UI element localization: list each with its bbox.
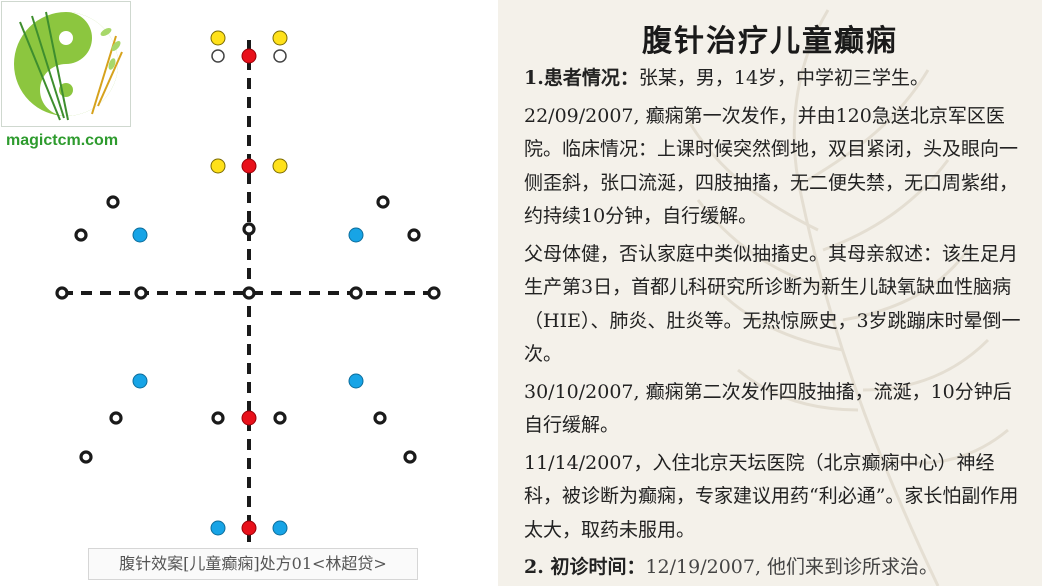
paragraph-text: 张某，男，14岁，中学初三学生。 [638, 67, 930, 89]
acupoint-black-ring [376, 195, 390, 209]
paragraph-family-history: 父母体健，否认家庭中类似抽搐史。其母亲叙述：该生足月生产第3日，首都儿科研究所诊… [524, 238, 1024, 372]
paragraph-text: 11/14/2007，入住北京天坛医院（北京癫痫中心）神经科，被诊断为癫痫，专家… [524, 451, 1019, 541]
acupoint-white [273, 49, 287, 63]
acupoint-black-ring [79, 450, 93, 464]
article-body: 1.患者情况：张某，男，14岁，中学初三学生。 22/09/2007, 癫痫第一… [524, 62, 1024, 586]
article-pane: 腹针治疗儿童癫痫 1.患者情况：张某，男，14岁，中学初三学生。 22/09/2… [498, 0, 1042, 586]
section-label: 2. 初诊时间 [524, 556, 627, 578]
paragraph-text: 22/09/2007, 癫痫第一次发作，并由120急送北京军区医院。临床情况：上… [524, 104, 1019, 228]
acupoint-yellow [210, 30, 226, 46]
acupoint-black-ring [106, 195, 120, 209]
acupoint-black-ring [242, 286, 256, 300]
acupoint-diagram [55, 30, 441, 542]
paragraph-text: 30/10/2007, 癫痫第二次发作四肢抽搐，流涎，10分钟后自行缓解。 [524, 380, 1012, 437]
acupoint-red [241, 158, 257, 174]
acupoint-black-ring [349, 286, 363, 300]
paragraph-second-episode: 30/10/2007, 癫痫第二次发作四肢抽搐，流涎，10分钟后自行缓解。 [524, 376, 1024, 443]
acupoint-black-ring [373, 411, 387, 425]
paragraph-text: 父母体健，否认家庭中类似抽搐史。其母亲叙述：该生足月生产第3日，首都儿科研究所诊… [524, 242, 1021, 366]
paragraph-first-episode: 22/09/2007, 癫痫第一次发作，并由120急送北京军区医院。临床情况：上… [524, 100, 1024, 234]
acupoint-blue [132, 373, 148, 389]
acupoint-black-ring [427, 286, 441, 300]
diagram-pane: magictcm.com 腹针效案[儿童癫痫]处方01<林超贷> [0, 0, 498, 586]
acupoint-red [241, 48, 257, 64]
acupoint-black-ring [109, 411, 123, 425]
acupoint-black-ring [134, 286, 148, 300]
acupoint-blue [210, 520, 226, 536]
acupoint-blue [348, 373, 364, 389]
acupoint-blue [272, 520, 288, 536]
label-separator: ： [619, 67, 639, 89]
paragraph-first-visit: 2. 初诊时间：12/19/2007, 他们来到诊所求治。 [524, 551, 1024, 585]
label-separator: ： [626, 556, 646, 578]
acupoint-red [241, 410, 257, 426]
acupoint-white [211, 49, 225, 63]
paragraph-text: 12/19/2007, 他们来到诊所求治。 [645, 556, 939, 578]
acupoint-blue [348, 227, 364, 243]
acupoint-black-ring [403, 450, 417, 464]
article-title: 腹针治疗儿童癫痫 [642, 24, 898, 59]
acupoint-black-ring [407, 228, 421, 242]
acupoint-black-ring [211, 411, 225, 425]
section-label: 1.患者情况 [524, 67, 620, 89]
acupoint-black-ring [273, 411, 287, 425]
acupoint-yellow [272, 30, 288, 46]
paragraph-patient-info: 1.患者情况：张某，男，14岁，中学初三学生。 [524, 62, 1024, 96]
acupoint-red [241, 520, 257, 536]
diagram-caption: 腹针效案[儿童癫痫]处方01<林超贷> [88, 548, 418, 580]
paragraph-hospital: 11/14/2007，入住北京天坛医院（北京癫痫中心）神经科，被诊断为癫痫，专家… [524, 447, 1024, 548]
slide: magictcm.com 腹针效案[儿童癫痫]处方01<林超贷> 腹针治疗儿童癫… [0, 0, 1042, 586]
acupoint-black-ring [55, 286, 69, 300]
acupoint-black-ring [242, 222, 256, 236]
acupoint-blue [132, 227, 148, 243]
acupoint-yellow [272, 158, 288, 174]
acupoint-yellow [210, 158, 226, 174]
acupoint-black-ring [74, 228, 88, 242]
